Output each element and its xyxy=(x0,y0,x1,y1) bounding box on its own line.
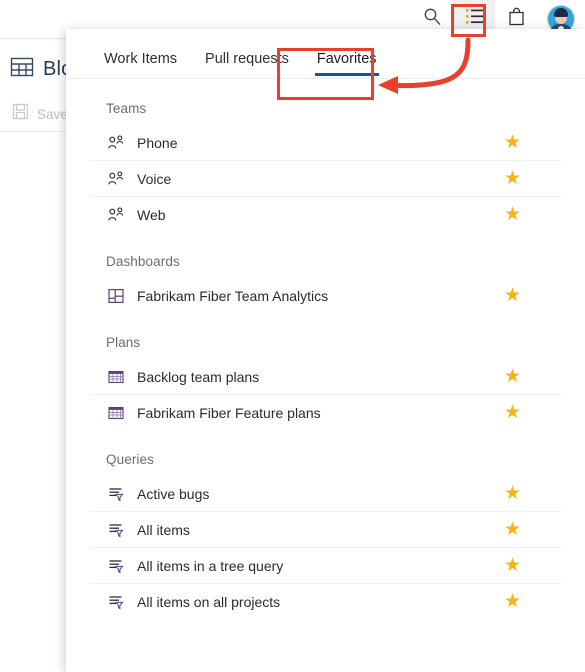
save-floppy-icon xyxy=(12,103,29,125)
list-item-label: Fabrikam Fiber Feature plans xyxy=(137,404,321,421)
list-item[interactable]: All items ★ xyxy=(90,511,561,547)
list-item-label: All items in a tree query xyxy=(137,557,284,574)
list-item-label: Backlog team plans xyxy=(137,368,260,385)
section-header-teams: Teams xyxy=(106,101,147,116)
background-left-rail xyxy=(0,38,67,672)
team-people-icon xyxy=(106,170,126,188)
list-item[interactable]: Active bugs ★ xyxy=(90,476,561,511)
plan-table-icon xyxy=(106,368,126,386)
save-command-label: Save xyxy=(37,106,68,122)
query-filter-icon xyxy=(106,485,126,503)
list-item-label: Fabrikam Fiber Team Analytics xyxy=(137,287,329,304)
favorite-star-icon[interactable]: ★ xyxy=(504,169,521,188)
favorite-star-icon[interactable]: ★ xyxy=(504,286,521,305)
tab-pull-requests-label: Pull requests xyxy=(205,51,289,67)
tab-favorites[interactable]: Favorites xyxy=(303,51,391,78)
query-filter-icon xyxy=(106,593,126,611)
favorite-star-icon[interactable]: ★ xyxy=(504,403,521,422)
favorites-dropdown-panel: Work Items Pull requests Favorites Teams… xyxy=(66,29,585,672)
favorite-star-icon[interactable]: ★ xyxy=(504,205,521,224)
list-item-label: All items xyxy=(137,521,190,538)
list-item-label: All items on all projects xyxy=(137,593,281,610)
favorite-star-icon[interactable]: ★ xyxy=(504,367,521,386)
tab-pull-requests[interactable]: Pull requests xyxy=(191,51,303,78)
section-header-dashboards: Dashboards xyxy=(106,254,180,269)
list-item[interactable]: Web ★ xyxy=(90,196,561,232)
favorites-list-icon xyxy=(465,8,484,30)
team-people-icon xyxy=(106,206,126,224)
tab-work-items[interactable]: Work Items xyxy=(90,51,191,78)
search-icon xyxy=(423,7,442,31)
panel-tab-bar: Work Items Pull requests Favorites xyxy=(66,29,585,79)
active-tab-indicator xyxy=(314,73,379,76)
favorites-list: Teams Phone ★ Voice ★ Web ★ Dashboards F… xyxy=(66,79,585,619)
list-item-label: Voice xyxy=(137,170,172,187)
tab-work-items-label: Work Items xyxy=(104,51,178,67)
team-people-icon xyxy=(106,134,126,152)
plan-table-icon xyxy=(106,404,126,422)
list-item[interactable]: Backlog team plans ★ xyxy=(90,359,561,394)
list-item[interactable]: Phone ★ xyxy=(90,125,561,160)
section-header-queries: Queries xyxy=(106,452,154,467)
dashboard-grid-icon xyxy=(106,287,126,305)
shopping-bag-icon xyxy=(508,7,525,31)
list-item-label: Web xyxy=(137,206,166,223)
list-item-label: Active bugs xyxy=(137,485,210,502)
favorite-star-icon[interactable]: ★ xyxy=(504,133,521,152)
list-item[interactable]: Voice ★ xyxy=(90,160,561,196)
list-item[interactable]: Fabrikam Fiber Feature plans ★ xyxy=(90,394,561,430)
favorite-star-icon[interactable]: ★ xyxy=(504,556,521,575)
section-header-plans: Plans xyxy=(106,335,141,350)
background-command-divider xyxy=(0,131,66,132)
board-grid-icon xyxy=(10,56,34,83)
tab-favorites-label: Favorites xyxy=(316,51,377,67)
query-filter-icon xyxy=(106,557,126,575)
list-item-label: Phone xyxy=(137,134,178,151)
favorite-star-icon[interactable]: ★ xyxy=(504,592,521,611)
favorite-star-icon[interactable]: ★ xyxy=(504,484,521,503)
list-item[interactable]: All items in a tree query ★ xyxy=(90,547,561,583)
favorite-star-icon[interactable]: ★ xyxy=(504,520,521,539)
query-filter-icon xyxy=(106,521,126,539)
background-save-command[interactable]: Save xyxy=(12,103,68,125)
list-item[interactable]: All items on all projects ★ xyxy=(90,583,561,619)
list-item[interactable]: Fabrikam Fiber Team Analytics ★ xyxy=(90,278,561,313)
